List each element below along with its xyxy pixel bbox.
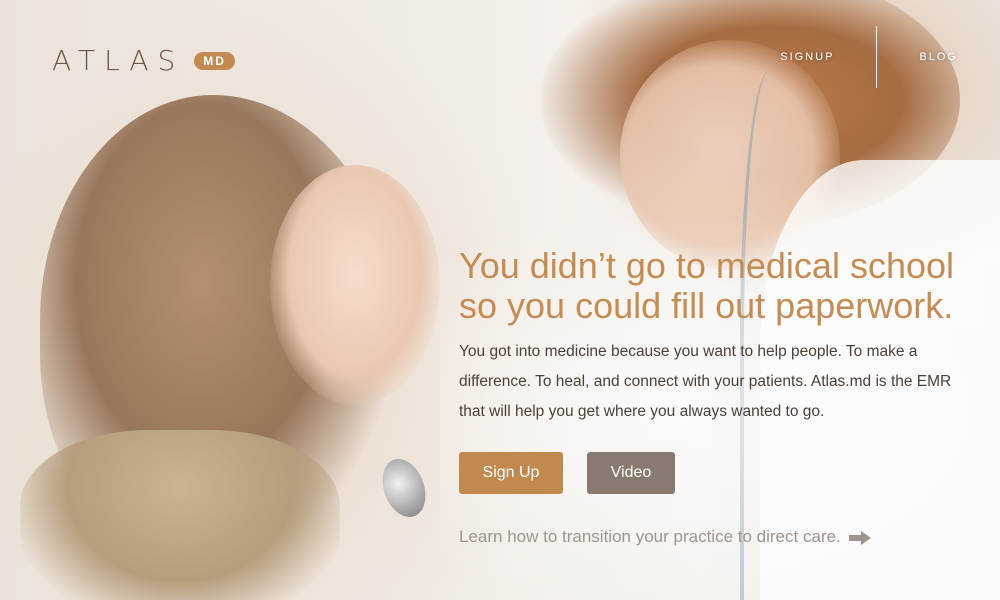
transition-link-text: Learn how to transition your practice to… bbox=[459, 527, 841, 546]
hero-photo-girl-shirt bbox=[20, 430, 340, 600]
nav-blog-link[interactable]: BLOG bbox=[877, 51, 1000, 63]
video-button[interactable]: Video bbox=[587, 452, 675, 494]
nav-signup-link[interactable]: SIGNUP bbox=[738, 51, 876, 63]
arrow-right-icon bbox=[848, 530, 871, 545]
hero-body-text: You got into medicine because you want t… bbox=[459, 343, 952, 420]
hero-headline: You didn’t go to medical school so you c… bbox=[459, 245, 954, 326]
logo-badge: MD bbox=[194, 51, 235, 70]
sign-up-button[interactable]: Sign Up bbox=[459, 452, 563, 494]
transition-practice-link[interactable]: Learn how to transition your practice to… bbox=[459, 527, 871, 547]
logo-wordmark: ATLAS bbox=[52, 44, 185, 77]
atlas-md-logo[interactable]: ATLAS MD bbox=[52, 44, 235, 77]
top-nav: SIGNUP BLOG bbox=[738, 26, 1000, 88]
hero-photo-girl-face bbox=[270, 165, 440, 405]
